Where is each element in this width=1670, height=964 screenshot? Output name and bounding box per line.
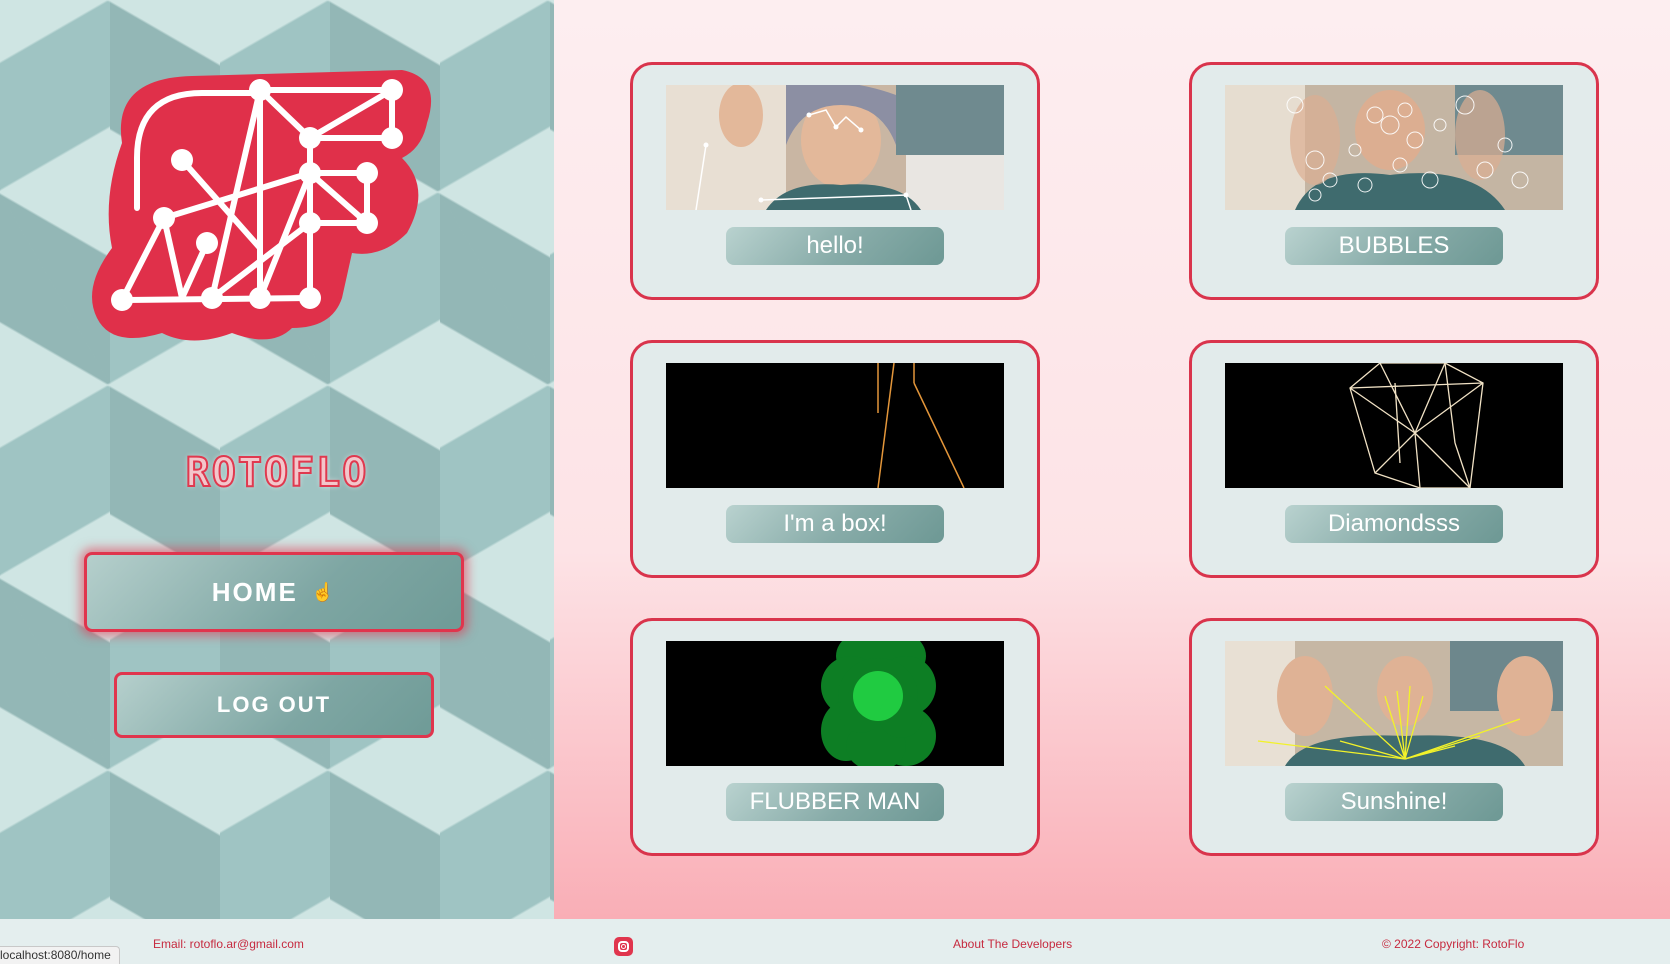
filter-gallery: hello! BUBBLES I'm a box! Diamondsss FLU… — [554, 0, 1670, 919]
filter-card-diamonds[interactable]: Diamondsss — [1189, 340, 1599, 578]
filter-thumbnail-diamonds[interactable] — [1225, 363, 1563, 488]
logout-button[interactable]: LOG OUT — [114, 672, 434, 738]
filter-card-flubber[interactable]: FLUBBER MAN — [630, 618, 1040, 856]
filter-button-sunshine[interactable]: Sunshine! — [1285, 783, 1503, 821]
filter-thumbnail-box[interactable] — [666, 363, 1004, 488]
filter-button-hello[interactable]: hello! — [726, 227, 944, 265]
filter-button-bubbles[interactable]: BUBBLES — [1285, 227, 1503, 265]
footer-about-link[interactable]: About The Developers — [953, 937, 1072, 951]
home-button-label: HOME — [211, 576, 298, 607]
filter-card-bubbles[interactable]: BUBBLES — [1189, 62, 1599, 300]
filter-thumbnail-bubbles[interactable] — [1225, 85, 1563, 210]
home-button[interactable]: HOME ☝ — [84, 552, 464, 632]
browser-status-url: localhost:8080/home — [0, 946, 120, 964]
filter-button-flubber[interactable]: FLUBBER MAN — [726, 783, 944, 821]
filter-thumbnail-flubber[interactable] — [666, 641, 1004, 766]
footer-email[interactable]: Email: rotoflo.ar@gmail.com — [153, 937, 304, 951]
filter-button-box[interactable]: I'm a box! — [726, 505, 944, 543]
logout-button-label: LOG OUT — [216, 692, 332, 717]
filter-card-box[interactable]: I'm a box! — [630, 340, 1040, 578]
filter-card-hello[interactable]: hello! — [630, 62, 1040, 300]
filter-thumbnail-sunshine[interactable] — [1225, 641, 1563, 766]
filter-thumbnail-hello[interactable] — [666, 85, 1004, 210]
brand-title: ROTOFLO — [185, 449, 369, 497]
filter-button-diamonds[interactable]: Diamondsss — [1285, 505, 1503, 543]
rotoflo-logo[interactable] — [82, 48, 462, 368]
footer-copyright: © 2022 Copyright: RotoFlo — [1382, 937, 1525, 951]
sidebar: ROTOFLO HOME ☝ LOG OUT — [0, 0, 554, 919]
filter-card-sunshine[interactable]: Sunshine! — [1189, 618, 1599, 856]
hand-cursor-icon: ☝ — [311, 581, 337, 602]
instagram-icon[interactable] — [614, 937, 633, 956]
footer: Email: rotoflo.ar@gmail.com About The De… — [0, 919, 1670, 964]
